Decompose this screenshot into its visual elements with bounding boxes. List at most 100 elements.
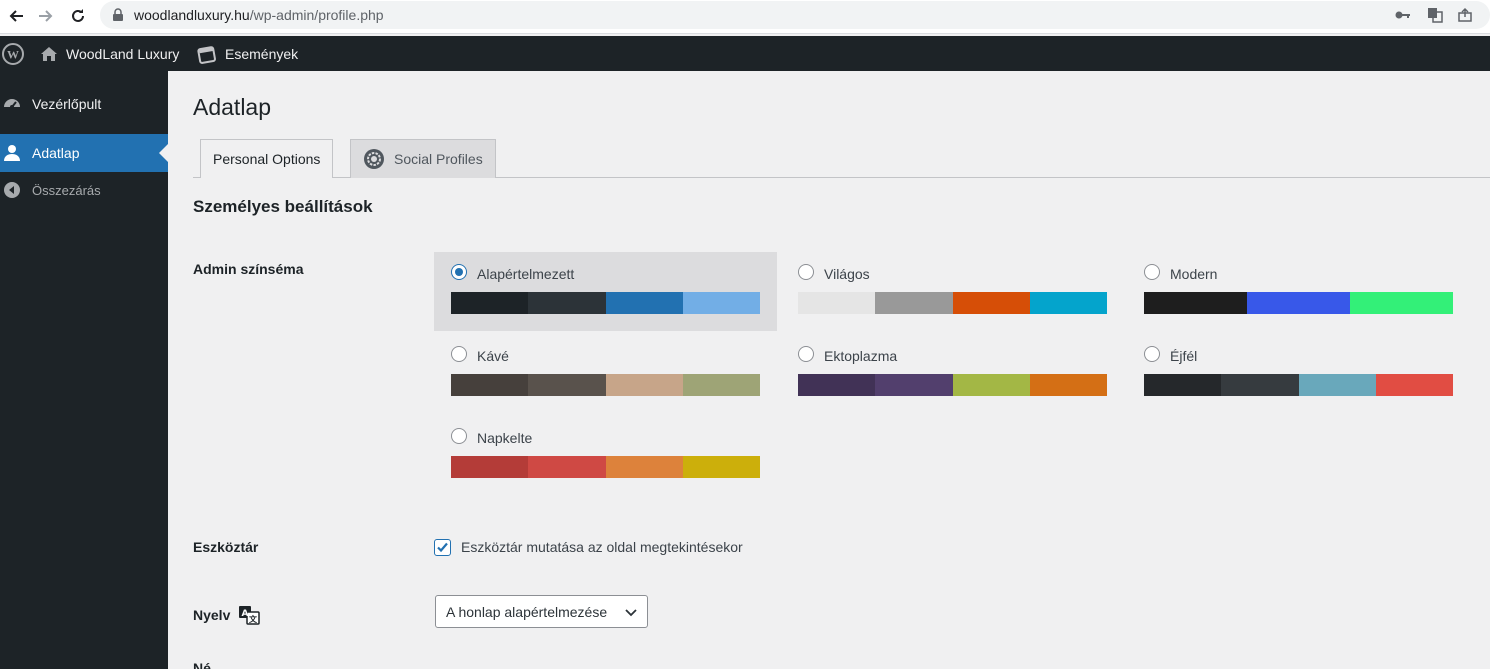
scheme-swatches [798,292,1107,314]
color-swatch [798,374,876,396]
translation-icon: A文 [238,605,261,625]
sidebar-collapse-button[interactable]: Összezárás [0,174,168,206]
address-bar[interactable]: woodlandluxury.hu/wp-admin/profile.php [100,1,1490,29]
color-swatch [875,374,953,396]
color-scheme-option[interactable]: Ektoplazma [781,334,1124,413]
color-swatch [605,456,683,478]
scheme-radio[interactable] [1144,346,1160,362]
scheme-swatches [1144,292,1453,314]
toolbar-checkbox[interactable] [434,539,451,556]
color-scheme-option[interactable]: Modern [1127,252,1470,331]
translate-icon[interactable] [1426,6,1444,24]
user-icon [0,144,24,162]
arrow-left-icon [9,10,23,22]
scheme-swatches [1144,374,1453,396]
next-row-label: Né [193,660,211,669]
svg-text:A: A [242,609,249,619]
scheme-radio[interactable] [451,264,467,280]
scheme-radio[interactable] [798,346,814,362]
color-swatch [528,374,606,396]
color-swatch [451,456,529,478]
forward-button[interactable] [34,4,58,28]
color-swatch [682,456,760,478]
back-button[interactable] [4,4,28,28]
site-name-label: WoodLand Luxury [66,45,180,62]
color-swatch [451,374,529,396]
color-scheme-option[interactable]: Világos [781,252,1124,331]
wordpress-logo-icon[interactable]: W [0,36,26,71]
color-scheme-option[interactable]: Éjfél [1127,334,1470,413]
language-select[interactable]: A honlap alapértelmezése [435,595,648,628]
color-swatch [451,292,529,314]
language-label-row: Nyelv A文 [193,605,261,625]
svg-text:文: 文 [249,614,258,624]
color-swatch [605,292,683,314]
scheme-name: Napkelte [477,430,533,446]
color-swatch [682,374,760,396]
scheme-radio[interactable] [798,264,814,280]
scheme-swatches [451,292,760,314]
scheme-radio[interactable] [1144,264,1160,280]
scheme-radio[interactable] [451,428,467,444]
color-swatch [528,456,606,478]
scheme-name: Modern [1170,266,1218,282]
color-swatch [1029,292,1107,314]
chevron-down-icon [625,609,637,617]
color-swatch [1350,292,1453,314]
events-link[interactable]: Események [197,36,298,71]
color-scheme-option[interactable]: Napkelte [434,416,777,495]
scheme-name: Világos [824,266,870,282]
browser-toolbar: woodlandluxury.hu/wp-admin/profile.php [0,0,1490,34]
svg-text:W: W [7,47,19,61]
color-scheme-label: Admin színséma [193,261,304,277]
site-name-link[interactable]: WoodLand Luxury [40,36,179,71]
color-swatch [1298,374,1376,396]
scheme-name: Ektoplazma [824,348,898,364]
color-scheme-option[interactable]: Kávé [434,334,777,413]
tab-personal-options[interactable]: Personal Options [200,139,334,178]
gear-icon [363,148,385,170]
color-swatch [798,292,876,314]
section-title: Személyes beállítások [193,197,373,216]
checkmark-icon [437,542,448,553]
toolbar-label: Eszköztár [193,539,259,555]
color-scheme-option[interactable]: Alapértelmezett [434,252,777,331]
color-swatch [1375,374,1453,396]
color-swatch [682,292,760,314]
arrow-right-icon [39,10,53,22]
tab-social-profiles[interactable]: Social Profiles [350,139,496,178]
color-swatch [952,374,1030,396]
events-label: Események [225,45,299,62]
color-swatch [875,292,953,314]
wp-admin-bar: W WoodLand Luxury Események [0,36,1490,71]
collapse-icon [0,181,24,199]
color-swatch [1144,292,1247,314]
reload-button[interactable] [66,4,90,28]
sidebar-item-dashboard[interactable]: Vezérlőpult [0,87,168,121]
home-icon [41,46,57,61]
color-swatch [952,292,1030,314]
scheme-swatches [451,374,760,396]
key-icon[interactable] [1394,6,1412,24]
toolbar-checkbox-label[interactable]: Eszköztár mutatása az oldal megtekintése… [461,539,743,555]
color-swatch [528,292,606,314]
scheme-name: Alapértelmezett [477,266,575,282]
page-title: Adatlap [193,94,272,120]
scheme-swatches [798,374,1107,396]
color-swatch [1029,374,1107,396]
url-text: woodlandluxury.hu/wp-admin/profile.php [134,7,384,23]
sidebar-item-profile[interactable]: Adatlap [0,134,168,172]
language-label: Nyelv [193,607,231,623]
color-swatch [1221,374,1299,396]
scheme-radio[interactable] [451,346,467,362]
scheme-swatches [451,456,760,478]
scheme-name: Kávé [477,348,509,364]
scheme-name: Éjfél [1170,348,1198,364]
share-icon[interactable] [1456,6,1474,24]
calendar-icon [197,45,216,64]
admin-sidebar: Vezérlőpult Adatlap Összezárás [0,71,168,669]
color-swatch [1144,374,1222,396]
dashboard-icon [0,95,24,113]
lock-icon [113,8,123,21]
color-swatch [605,374,683,396]
